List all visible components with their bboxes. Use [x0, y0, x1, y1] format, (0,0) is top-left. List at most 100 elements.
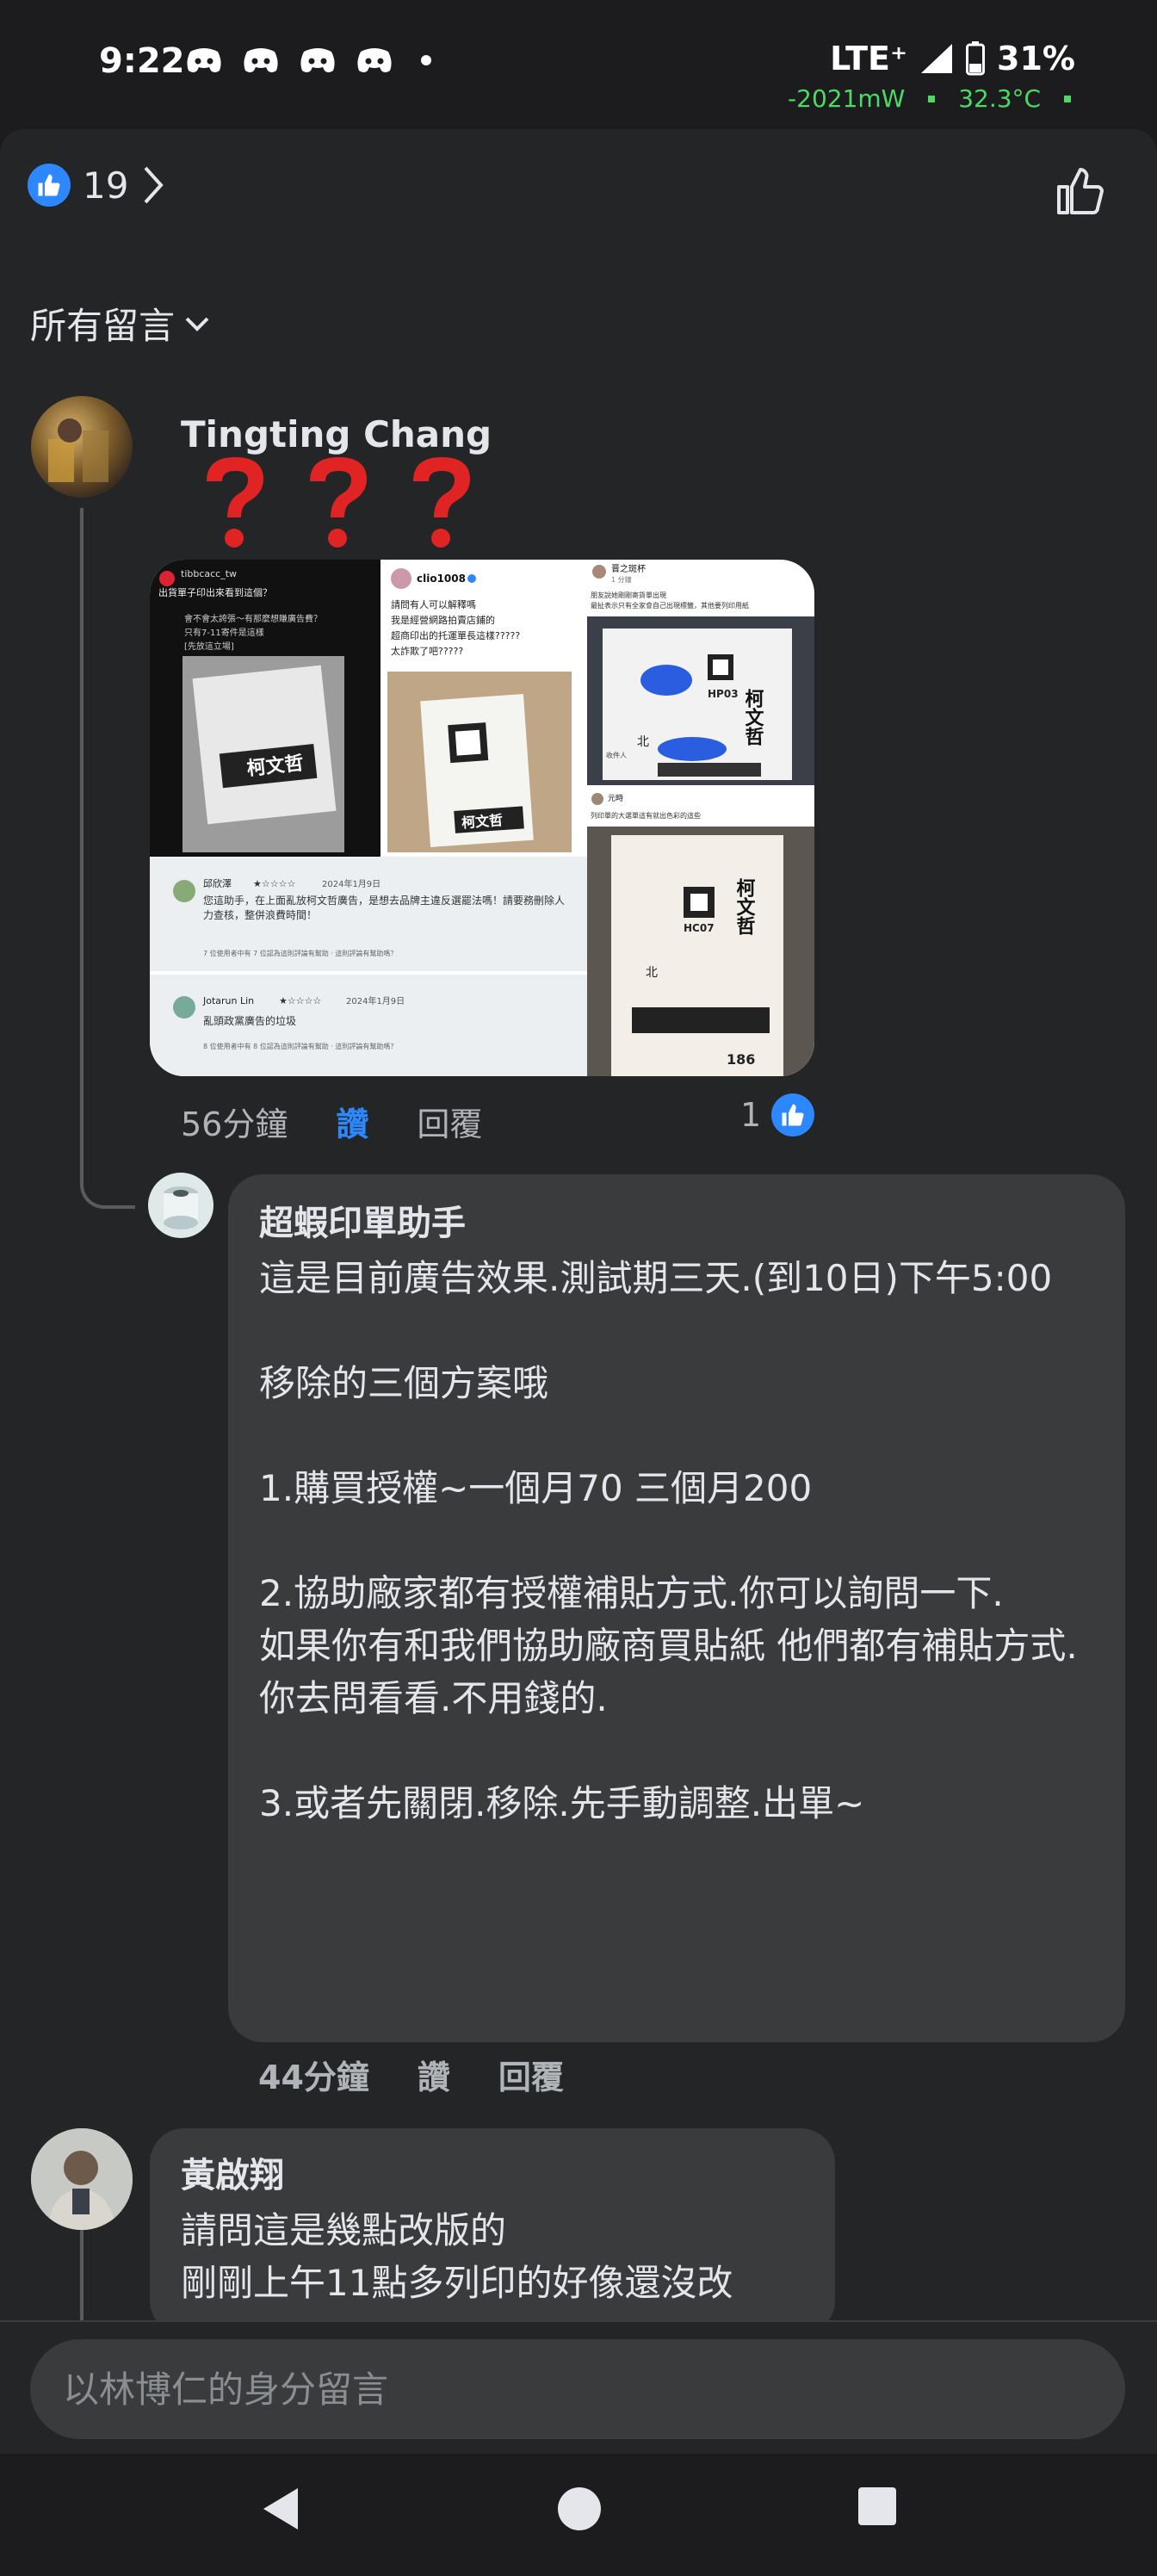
notification-icons: [185, 46, 431, 74]
comment-composer: [0, 2320, 1157, 2455]
p4-stamp: 柯文哲: [733, 877, 756, 935]
reply-text: 這是目前廣告效果.測試期三天.(到10日)下午5:00 移除的三個方案哦 1.購…: [259, 1257, 1078, 1824]
p2-line1: 請問有人可以解釋嗎: [391, 598, 476, 610]
p2-user: clio1008: [417, 573, 466, 585]
r2-user: Jotarun Lin: [202, 995, 254, 1006]
filter-label: 所有留言: [30, 305, 176, 347]
r1-foot: 7 位使用者中有 7 位認為這則評論有幫助 · 這則評論有幫助嗎？: [203, 949, 397, 957]
r1-text: 您這助手，在上面亂放柯文哲廣告，是想去品牌主違反選罷法嗎！請要務刪除人力查核，整…: [203, 895, 566, 921]
avatar[interactable]: [148, 1173, 213, 1238]
network-type: LTE⁺: [830, 40, 908, 77]
r2-foot: 8 位使用者中有 8 位認為這則評論有幫助 · 這則評論有幫助嗎？: [203, 1042, 397, 1050]
like-count: 1: [740, 1096, 762, 1134]
reply-bubble[interactable]: 超蝦印單助手 這是目前廣告效果.測試期三天.(到10日)下午5:00 移除的三個…: [228, 1174, 1125, 2042]
system-navigation-bar: [0, 2454, 1157, 2576]
power-readout: -2021mW 32.3°C: [788, 84, 1071, 113]
reply-author[interactable]: 超蝦印單助手: [259, 1195, 1094, 1245]
comment-bubble[interactable]: 黃啟翔 請問這是幾點改版的 剛剛上午11點多列印的好像還沒改: [150, 2128, 835, 2320]
like-post-button[interactable]: [1054, 165, 1107, 220]
like-button[interactable]: 讚: [418, 2051, 450, 2098]
discord-icon: [244, 48, 278, 72]
battery-icon: [966, 41, 986, 76]
p3-city: 北: [637, 735, 649, 749]
p4-city: 北: [646, 966, 658, 980]
signal-icon: [921, 44, 953, 73]
p2-line2: 我是經營網路拍賣店鋪的: [391, 614, 495, 626]
reactions-summary[interactable]: 19: [28, 164, 166, 207]
p3-sub: 1 分鐘: [611, 575, 632, 584]
question-mark-icon: [413, 457, 470, 548]
separator-dot: [928, 96, 936, 102]
p3-footer: 收件人: [606, 751, 627, 759]
reply-button[interactable]: 回覆: [498, 2051, 564, 2098]
question-mark-icon: [207, 457, 263, 548]
comment-actions: 56分鐘 讚 回覆: [181, 1098, 482, 1145]
p2-line3: 超商印出的托運單長這樣?????: [391, 629, 520, 641]
p3-line2: 最扯表示只有全家會自己出現標籤，其他要列印用紙: [591, 601, 749, 610]
comment-filter-dropdown[interactable]: 所有留言: [30, 297, 211, 350]
thread-line: [80, 2230, 84, 2320]
chevron-right-icon: [144, 166, 164, 204]
comment-input[interactable]: [30, 2339, 1125, 2439]
reply-time: 44分鐘: [258, 2059, 369, 2096]
p4-user: 元時: [608, 794, 623, 803]
p1-line3: 只有7-11寄件是這樣: [184, 627, 264, 638]
clock: 9:22: [99, 41, 185, 81]
temperature: 32.3°C: [958, 84, 1042, 113]
r1-date: 2024年1月9日: [322, 878, 381, 889]
back-icon[interactable]: [260, 2486, 300, 2531]
comment-image-collage[interactable]: tibbcacc_tw 出貨單子印出來看到這個？ 會不會太誇張～有那麼想賺廣告費…: [150, 560, 814, 1076]
reply-actions: 44分鐘 讚 回覆: [258, 2051, 564, 2098]
discord-icon: [300, 48, 335, 72]
status-right: LTE⁺ 31%: [830, 40, 1075, 77]
p3-line1: 朋友說她剛剛寄貨單出現: [591, 591, 666, 599]
question-marks: [198, 452, 479, 554]
like-button[interactable]: 讚: [336, 1098, 368, 1145]
discord-icon: [187, 48, 221, 72]
discord-icon: [357, 48, 392, 72]
reaction-count: 19: [83, 164, 129, 207]
recents-icon[interactable]: [857, 2486, 897, 2526]
home-icon[interactable]: [557, 2486, 602, 2531]
p2-line4: 太詐欺了吧?????: [391, 645, 463, 657]
avatar[interactable]: [31, 396, 133, 498]
p3-stamp: 柯文哲: [742, 688, 764, 746]
r2-date: 2024年1月9日: [346, 995, 405, 1006]
thread-line: [80, 508, 84, 1180]
thread-connector: [80, 1145, 135, 1209]
p1-line2: 會不會太誇張～有那麼想賺廣告費？: [184, 613, 322, 624]
avatar[interactable]: [31, 2128, 133, 2230]
avatar-photo: [164, 1186, 198, 1229]
p3-user: 晋之斑杯: [611, 563, 646, 574]
p4-code: HC07: [684, 922, 715, 934]
like-icon: [28, 164, 71, 207]
comment-like-count[interactable]: 1: [740, 1093, 815, 1136]
avatar-photo: [48, 418, 108, 482]
p1-line4: [先放這立場]: [184, 641, 234, 652]
p4-line1: 列印單的大選單這有就出色彩的這些: [591, 811, 701, 820]
comment-author[interactable]: Tingting Chang: [181, 413, 492, 455]
question-mark-icon: [310, 457, 367, 548]
p3-code: HP03: [708, 688, 739, 700]
chevron-down-icon: [185, 317, 209, 331]
thumbs-up-outline-icon: [1057, 168, 1104, 214]
p1-user: tibbcacc_tw: [181, 568, 237, 579]
more-notifications-dot: [421, 55, 431, 65]
r1-stars: ★☆☆☆☆: [253, 878, 295, 889]
r2-text: 亂頭政黨廣告的垃圾: [203, 1014, 296, 1027]
status-bar: 9:22 LTE⁺ 31% -2021mW 32.3°C: [0, 0, 1157, 129]
power-mw: -2021mW: [788, 84, 906, 113]
like-icon: [771, 1093, 815, 1136]
collage-svg: tibbcacc_tw 出貨單子印出來看到這個？ 會不會太誇張～有那麼想賺廣告費…: [150, 560, 814, 1076]
battery-level: 31%: [997, 40, 1075, 77]
reply-button[interactable]: 回覆: [417, 1098, 482, 1145]
p1-line1: 出貨單子印出來看到這個？: [158, 586, 272, 598]
r1-user: 邱欣澤: [203, 877, 232, 889]
comment-author[interactable]: 黃啟翔: [181, 2147, 804, 2197]
comment-time: 56分鐘: [181, 1105, 288, 1143]
separator-dot: [1064, 96, 1071, 102]
r2-stars: ★☆☆☆☆: [279, 995, 321, 1006]
p2-stamp: 柯文哲: [461, 812, 504, 831]
p4-num: 186: [727, 1051, 755, 1068]
comment-text: 請問這是幾點改版的 剛剛上午11點多列印的好像還沒改: [181, 2209, 733, 2304]
